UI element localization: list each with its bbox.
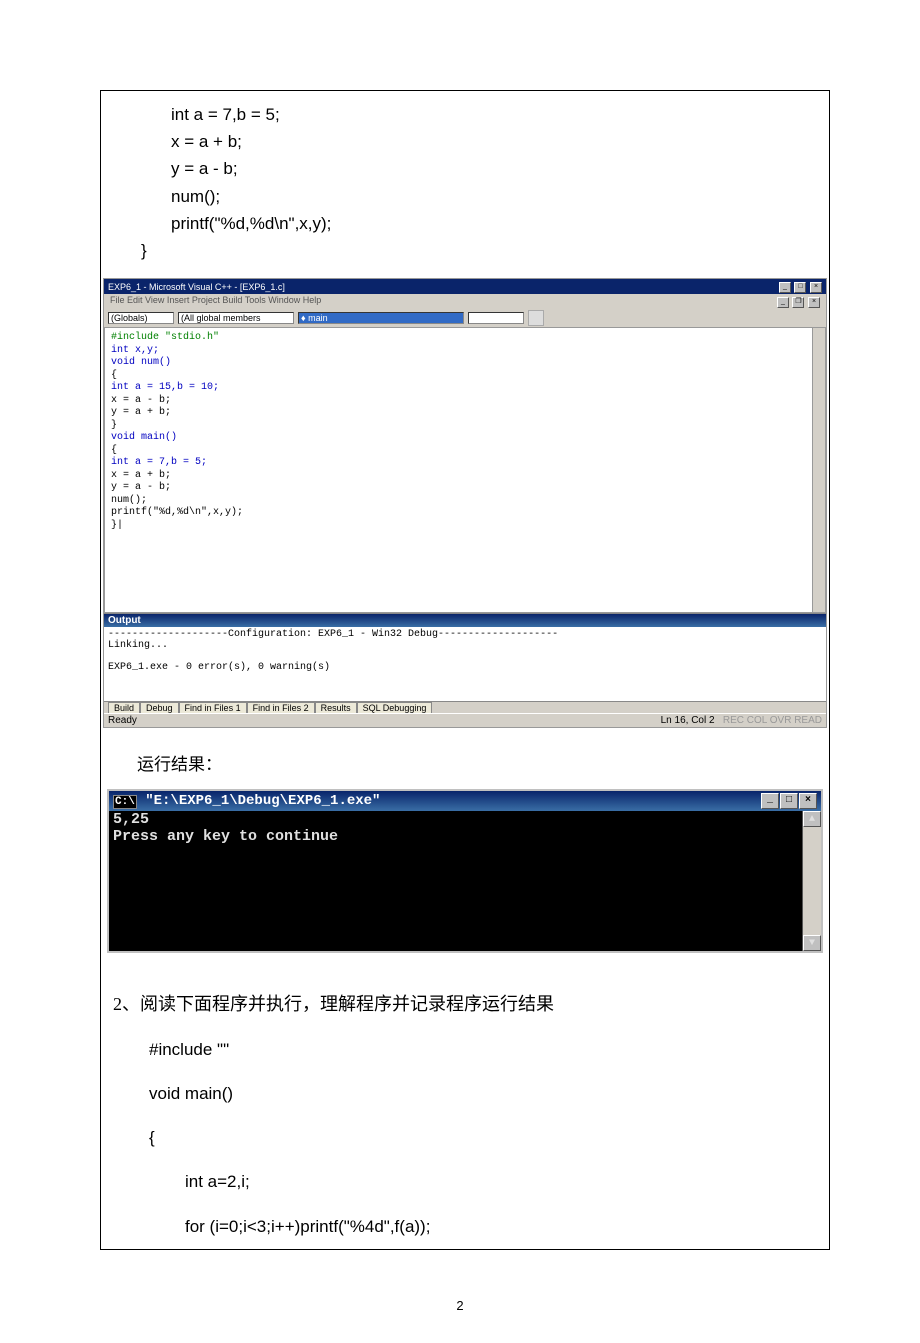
src-line: y = a + b;	[111, 407, 819, 420]
tab-sql[interactable]: SQL Debugging	[357, 702, 433, 713]
code-line: num();	[171, 183, 809, 210]
code-line: int a=2,i;	[113, 1160, 829, 1204]
console-scrollbar[interactable]: ▲ ▼	[802, 811, 821, 951]
ide-editor[interactable]: #include "stdio.h" int x,y; void num() {…	[104, 327, 826, 613]
console-output-line: Press any key to continue	[113, 828, 815, 845]
src-line: void num()	[111, 357, 819, 370]
src-line: }	[111, 420, 819, 433]
src-line: printf("%d,%d\n",x,y);	[111, 507, 819, 520]
close-icon[interactable]: ×	[810, 282, 822, 293]
ide-statusbar: Ready Ln 16, Col 2 REC COL OVR READ	[104, 713, 826, 727]
src-line: int x,y;	[111, 345, 819, 358]
page-number: 2	[0, 1270, 920, 1343]
restore-icon[interactable]: ❐	[792, 297, 804, 308]
console-window-buttons: _ □ ×	[761, 793, 817, 809]
code-line: printf("%d,%d\n",x,y);	[171, 210, 809, 237]
editor-scrollbar[interactable]	[812, 328, 825, 612]
output-line: EXP6_1.exe - 0 error(s), 0 warning(s)	[108, 662, 822, 673]
code-line: x = a + b;	[171, 128, 809, 155]
src-line: void main()	[111, 432, 819, 445]
console-output-line: 5,25	[113, 811, 815, 828]
mdi-window-buttons: _ ❐ ×	[776, 295, 820, 308]
ide-titlebar: EXP6_1 - Microsoft Visual C++ - [EXP6_1.…	[104, 279, 826, 294]
tab-debug[interactable]: Debug	[140, 702, 179, 713]
code-line: #include ""	[113, 1028, 829, 1072]
status-ready: Ready	[108, 715, 137, 726]
scroll-up-icon[interactable]: ▲	[803, 811, 821, 827]
tab-find1[interactable]: Find in Files 1	[179, 702, 247, 713]
scope-combo[interactable]: (Globals)	[108, 312, 174, 324]
run-result-label: 运行结果：	[101, 732, 829, 785]
output-body: --------------------Configuration: EXP6_…	[104, 627, 826, 701]
maximize-icon[interactable]: □	[780, 793, 798, 809]
minimize-icon[interactable]: _	[779, 282, 791, 293]
members-combo[interactable]: (All global members	[178, 312, 294, 324]
status-cursor: Ln 16, Col 2	[661, 715, 715, 726]
ide-toolbar: (Globals) (All global members ♦ main	[104, 309, 826, 327]
window-buttons: _ □ ×	[778, 280, 822, 293]
console-window: C:\ "E:\EXP6_1\Debug\EXP6_1.exe" _ □ × 5…	[107, 789, 823, 953]
src-line: x = a + b;	[111, 470, 819, 483]
code-line: {	[113, 1116, 829, 1160]
src-line: x = a - b;	[111, 395, 819, 408]
ide-menu-items[interactable]: File Edit View Insert Project Build Tool…	[110, 295, 321, 308]
code-line: for (i=0;i<3;i++)printf("%4d",f(a));	[113, 1205, 829, 1249]
src-line: num();	[111, 495, 819, 508]
src-line: int a = 15,b = 10;	[111, 382, 819, 395]
console-body: 5,25 Press any key to continue ▲ ▼	[109, 811, 821, 951]
maximize-icon[interactable]: □	[794, 282, 806, 293]
ide-title-text: EXP6_1 - Microsoft Visual C++ - [EXP6_1.…	[108, 282, 285, 292]
console-title-text: "E:\EXP6_1\Debug\EXP6_1.exe"	[145, 793, 380, 809]
close-icon[interactable]: ×	[808, 297, 820, 308]
code-snippet-top: int a = 7,b = 5; x = a + b; y = a - b; n…	[101, 91, 829, 274]
toolbar-icon[interactable]	[528, 310, 544, 326]
question-2: 2、阅读下面程序并执行，理解程序并记录程序运行结果 #include "" vo…	[101, 963, 829, 1249]
tab-find2[interactable]: Find in Files 2	[247, 702, 315, 713]
src-line: y = a - b;	[111, 482, 819, 495]
close-icon[interactable]: ×	[799, 793, 817, 809]
ide-menubar: File Edit View Insert Project Build Tool…	[104, 294, 826, 309]
code-line: void main()	[113, 1072, 829, 1116]
tab-results[interactable]: Results	[315, 702, 357, 713]
function-combo[interactable]: ♦ main	[298, 312, 464, 324]
tab-build[interactable]: Build	[108, 702, 140, 713]
src-line: #include "stdio.h"	[111, 332, 819, 345]
document-frame: int a = 7,b = 5; x = a + b; y = a - b; n…	[100, 90, 830, 1250]
minimize-icon[interactable]: _	[761, 793, 779, 809]
src-line: }|	[111, 520, 819, 533]
code-line: }	[141, 237, 809, 264]
output-tabs: Build Debug Find in Files 1 Find in File…	[104, 701, 826, 713]
scroll-down-icon[interactable]: ▼	[803, 935, 821, 951]
src-line: {	[111, 370, 819, 383]
cmd-icon: C:\	[113, 795, 137, 809]
console-titlebar: C:\ "E:\EXP6_1\Debug\EXP6_1.exe" _ □ ×	[109, 791, 821, 811]
src-line: int a = 7,b = 5;	[111, 457, 819, 470]
function-name: main	[308, 313, 328, 323]
status-indicators: REC COL OVR READ	[723, 715, 822, 726]
output-line: --------------------Configuration: EXP6_…	[108, 629, 822, 640]
output-pane: Output --------------------Configuration…	[104, 613, 826, 713]
code-line: int a = 7,b = 5;	[171, 101, 809, 128]
output-title: Output	[104, 614, 826, 627]
code-line: y = a - b;	[171, 155, 809, 182]
minimize-icon[interactable]: _	[777, 297, 789, 308]
output-line: Linking...	[108, 640, 822, 651]
src-line: {	[111, 445, 819, 458]
question-heading: 2、阅读下面程序并执行，理解程序并记录程序运行结果	[113, 981, 829, 1028]
ide-window: EXP6_1 - Microsoft Visual C++ - [EXP6_1.…	[103, 278, 827, 728]
toolbar-combo[interactable]	[468, 312, 524, 324]
